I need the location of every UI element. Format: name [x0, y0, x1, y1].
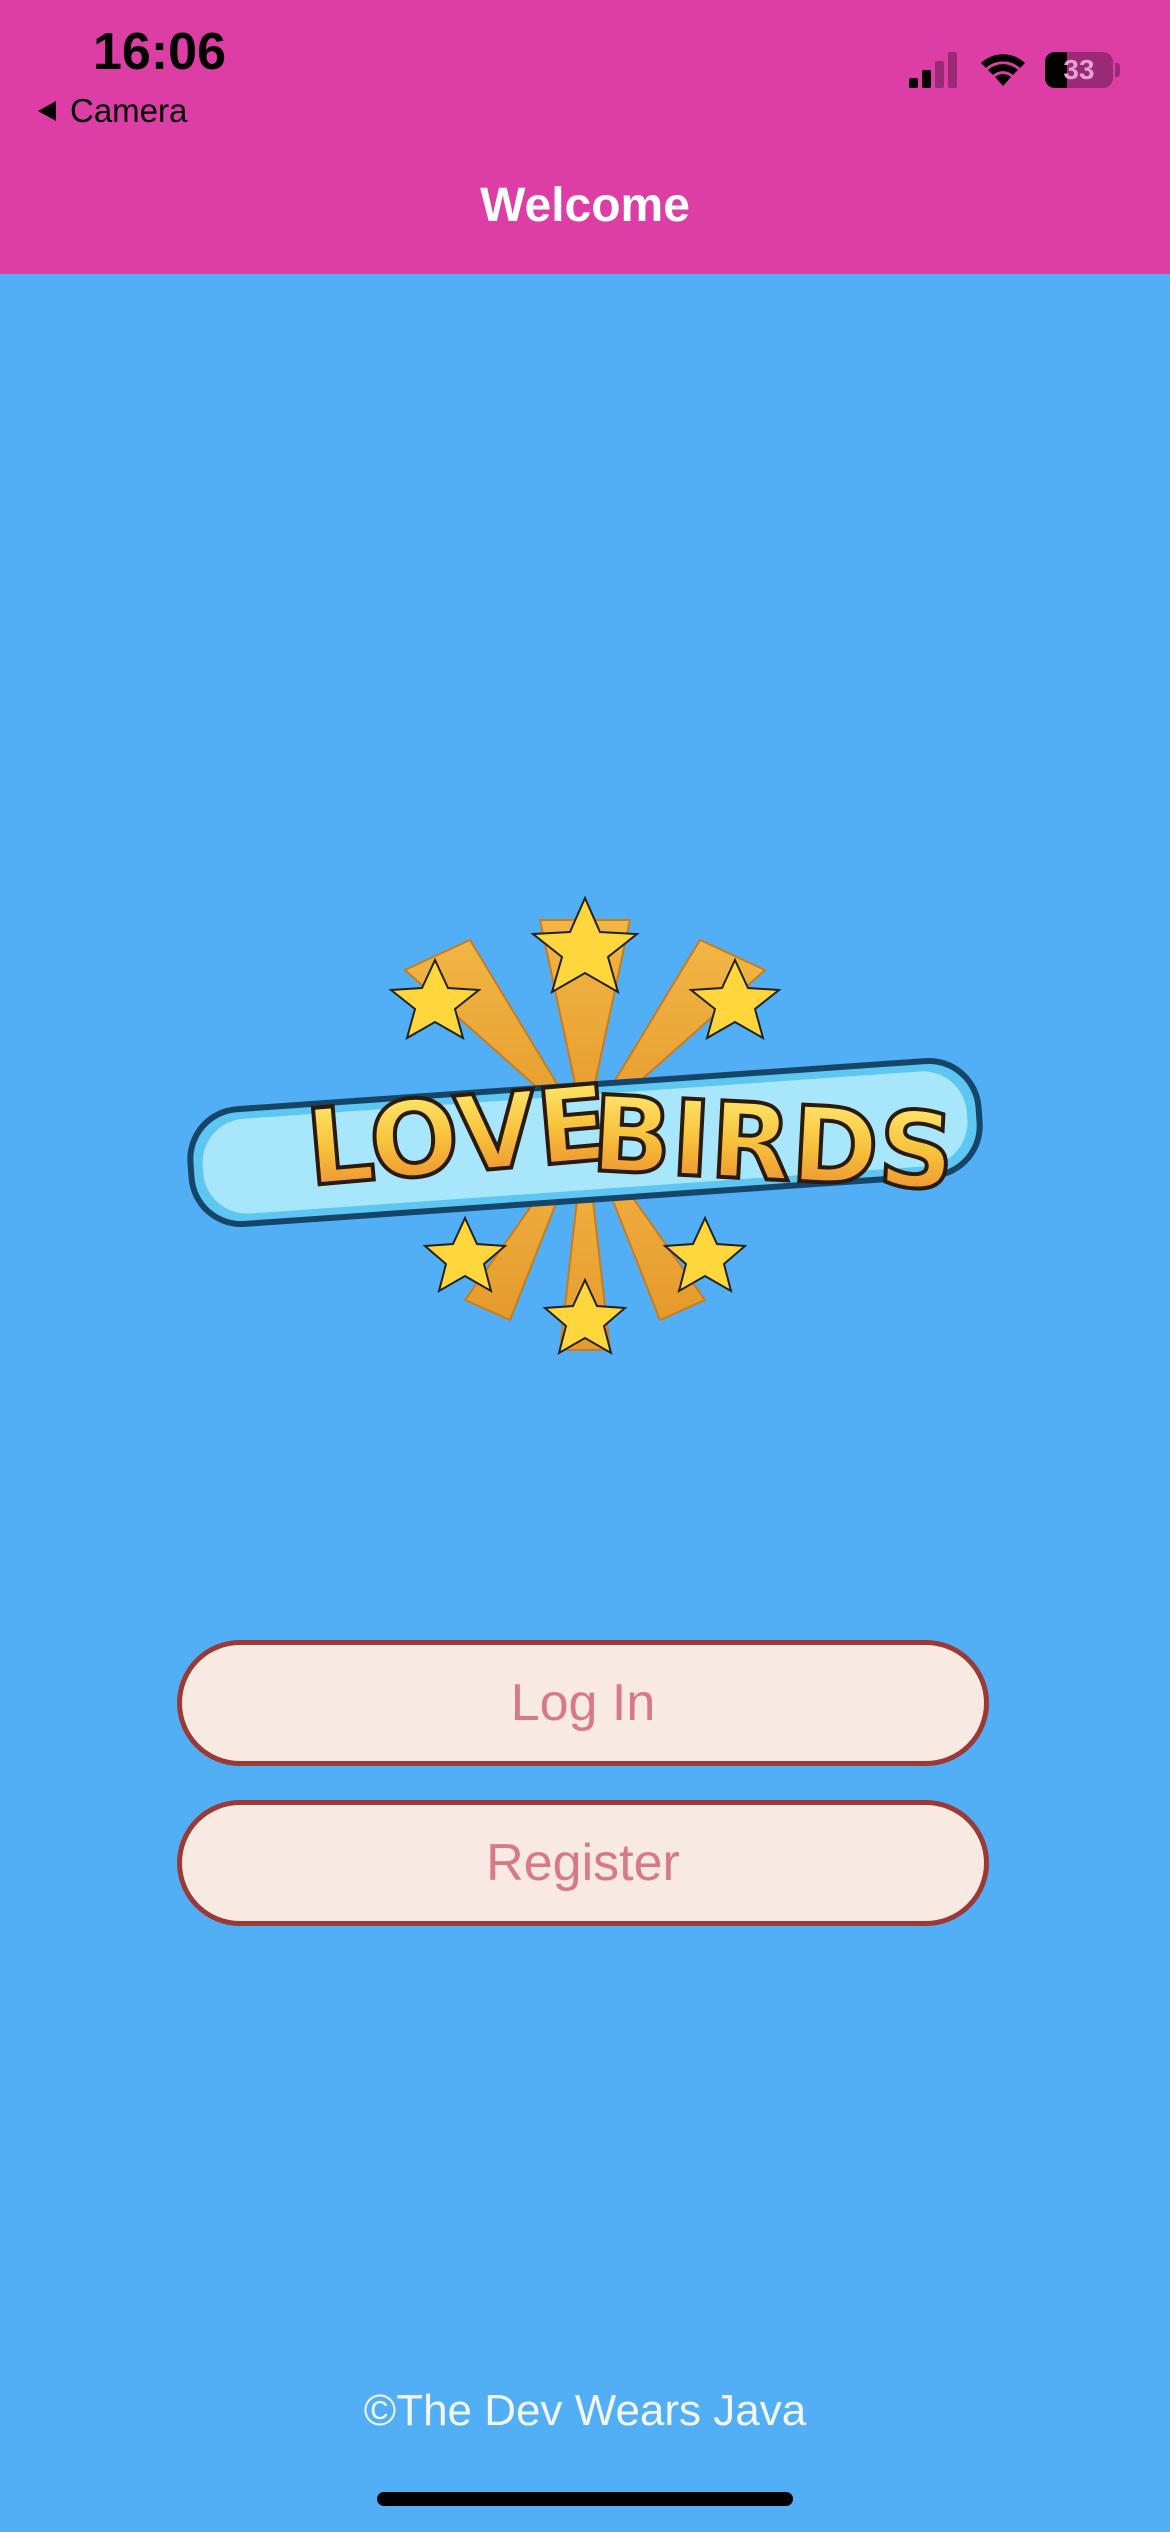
home-indicator[interactable]: [377, 2492, 793, 2506]
page-title: Welcome: [480, 179, 690, 232]
logo-text-birds: BIRDS: [589, 1073, 958, 1214]
back-app-label: Camera: [70, 92, 188, 129]
battery-tip: [1115, 63, 1120, 77]
love-birds-logo: LOVE BIRDS: [180, 880, 990, 1380]
back-to-app-link[interactable]: Camera: [38, 92, 187, 130]
register-button[interactable]: Register: [177, 1800, 989, 1926]
logo-graphic: LOVE BIRDS: [187, 895, 983, 1356]
cellular-signal-icon: [909, 52, 957, 88]
back-arrow-icon: [38, 101, 56, 121]
wifi-icon: [981, 54, 1025, 86]
status-icons: 33: [909, 52, 1120, 88]
battery-icon: 33: [1045, 52, 1113, 88]
status-time: 16:06: [93, 23, 226, 81]
copyright-footer: ©The Dev Wears Java: [363, 2386, 807, 2435]
header-bar: 16:06 Camera 33 Welcome: [0, 0, 1170, 274]
battery-level: 33: [1063, 54, 1095, 85]
login-button[interactable]: Log In: [177, 1640, 989, 1766]
app-screen: 16:06 Camera 33 Welcome LOVE BIRDS Log I…: [0, 0, 1170, 2532]
